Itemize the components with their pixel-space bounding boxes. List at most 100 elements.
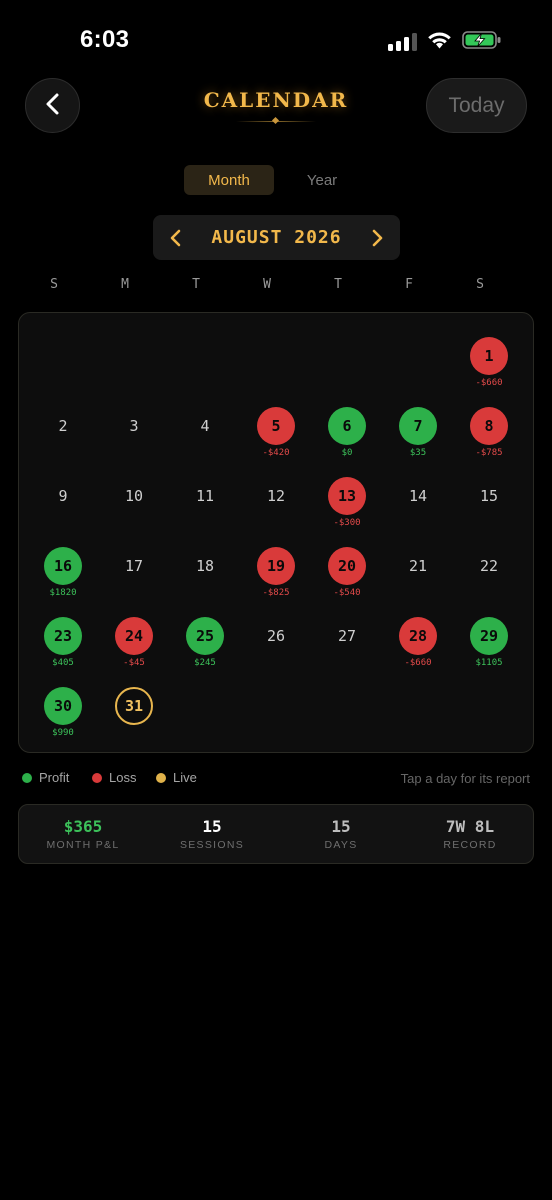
calendar-day[interactable]: 20 -$540	[312, 546, 382, 616]
legend-label: Profit	[39, 770, 70, 785]
calendar-day[interactable]: 6 $0	[312, 406, 382, 476]
stat-label: DAYS	[324, 839, 358, 851]
stat-label: SESSIONS	[179, 839, 245, 851]
calendar-day[interactable]: 18	[170, 546, 240, 616]
stat-value: $365	[63, 817, 103, 836]
battery-charging-icon	[462, 30, 502, 54]
calendar-day[interactable]: 11	[170, 476, 240, 546]
chevron-right-icon	[372, 229, 383, 246]
day-pnl: $35	[409, 448, 427, 458]
calendar-day[interactable]: 5 -$420	[241, 406, 311, 476]
calendar-day[interactable]: 8 -$785	[454, 406, 524, 476]
summary-stat: 15 DAYS	[276, 817, 406, 851]
calendar-day[interactable]: 21	[383, 546, 453, 616]
calendar-day[interactable]: 16 $1820	[28, 546, 98, 616]
day-number: 5	[257, 407, 295, 445]
day-number: 26	[266, 627, 286, 645]
legend-dot-icon	[22, 772, 32, 783]
weekday-label: S	[476, 277, 484, 292]
calendar-day[interactable]: 3	[99, 406, 169, 476]
month-summary: $365 MONTH P&L 15 SESSIONS 15 DAYS 7W 8L RECORD	[18, 804, 534, 864]
day-pnl: -$45	[123, 658, 145, 668]
month-label: AUGUST 2026	[211, 227, 342, 248]
day-number: 6	[328, 407, 366, 445]
next-month-button[interactable]	[366, 227, 388, 249]
calendar-day[interactable]: 15	[454, 476, 524, 546]
day-number: 23	[44, 617, 82, 655]
page-title: CALENDAR	[203, 88, 349, 112]
day-number: 17	[124, 557, 144, 575]
day-number: 4	[200, 417, 210, 435]
weekday-label: S	[50, 277, 58, 292]
calendar-day[interactable]: 22	[454, 546, 524, 616]
day-number: 25	[186, 617, 224, 655]
legend-item: Live	[156, 770, 197, 785]
chevron-left-icon	[44, 92, 62, 120]
stat-value: 7W 8L	[445, 817, 495, 836]
day-pnl: $0	[341, 448, 353, 458]
calendar-day[interactable]: 2	[28, 406, 98, 476]
day-number: 11	[195, 487, 215, 505]
stat-value: 15	[202, 817, 222, 836]
calendar-day[interactable]: 13 -$300	[312, 476, 382, 546]
day-number: 1	[470, 337, 508, 375]
day-number: 2	[58, 417, 68, 435]
calendar-day[interactable]: 12	[241, 476, 311, 546]
calendar-day[interactable]: 9	[28, 476, 98, 546]
today-button[interactable]: Today	[426, 78, 527, 133]
calendar-day[interactable]: 7 $35	[383, 406, 453, 476]
day-pnl: -$540	[333, 588, 361, 598]
back-button[interactable]	[25, 78, 80, 133]
calendar-day[interactable]: 4	[170, 406, 240, 476]
day-number: 27	[337, 627, 357, 645]
calendar-day[interactable]: 30 $990	[28, 686, 98, 756]
status-bar: 6:03	[0, 0, 552, 80]
month-navigator: AUGUST 2026	[153, 215, 400, 260]
stat-label: MONTH P&L	[46, 839, 120, 851]
calendar-day[interactable]: 23 $405	[28, 616, 98, 686]
day-number: 20	[328, 547, 366, 585]
summary-stat: 7W 8L RECORD	[405, 817, 535, 851]
weekday-label: W	[263, 277, 271, 292]
calendar-day[interactable]: 19 -$825	[241, 546, 311, 616]
calendar-day[interactable]: 17	[99, 546, 169, 616]
day-pnl: $1105	[475, 658, 503, 668]
calendar-grid: 1 -$660 2 3 4 5 -$420 6 $0 7 $35 8 -$785 9 10 11 12 13 -$3…	[18, 312, 534, 753]
calendar-day[interactable]: 26	[241, 616, 311, 686]
day-pnl: $405	[52, 658, 74, 668]
day-number: 10	[124, 487, 144, 505]
legend-hint: Tap a day for its report	[400, 771, 530, 786]
calendar-day[interactable]: 31	[99, 686, 169, 756]
calendar-day[interactable]: 25 $245	[170, 616, 240, 686]
calendar-day[interactable]: 1 -$660	[454, 336, 524, 406]
wifi-icon	[427, 31, 452, 53]
tab-month[interactable]: Month	[184, 165, 274, 195]
previous-month-button[interactable]	[165, 227, 187, 249]
legend-item: Profit	[22, 770, 69, 785]
calendar-day[interactable]: 29 $1105	[454, 616, 524, 686]
day-number: 3	[129, 417, 139, 435]
weekday-label: T	[192, 277, 200, 292]
day-number: 7	[399, 407, 437, 445]
summary-stat: $365 MONTH P&L	[18, 817, 148, 851]
day-number: 8	[470, 407, 508, 445]
weekday-label: M	[121, 277, 129, 292]
day-pnl: $1820	[49, 588, 77, 598]
day-number: 30	[44, 687, 82, 725]
day-pnl: -$785	[475, 448, 503, 458]
tab-year[interactable]: Year	[283, 165, 361, 195]
weekday-label: F	[405, 277, 413, 292]
day-pnl: $245	[194, 658, 216, 668]
summary-stat: 15 SESSIONS	[147, 817, 277, 851]
day-number: 9	[58, 487, 68, 505]
calendar-day[interactable]: 28 -$660	[383, 616, 453, 686]
calendar-day[interactable]: 14	[383, 476, 453, 546]
legend-label: Live	[173, 770, 197, 785]
day-number: 18	[195, 557, 215, 575]
calendar-day[interactable]: 27	[312, 616, 382, 686]
day-number: 12	[266, 487, 286, 505]
day-pnl: -$660	[404, 658, 432, 668]
calendar-day[interactable]: 24 -$45	[99, 616, 169, 686]
calendar-day[interactable]: 10	[99, 476, 169, 546]
day-pnl: -$660	[475, 378, 503, 388]
